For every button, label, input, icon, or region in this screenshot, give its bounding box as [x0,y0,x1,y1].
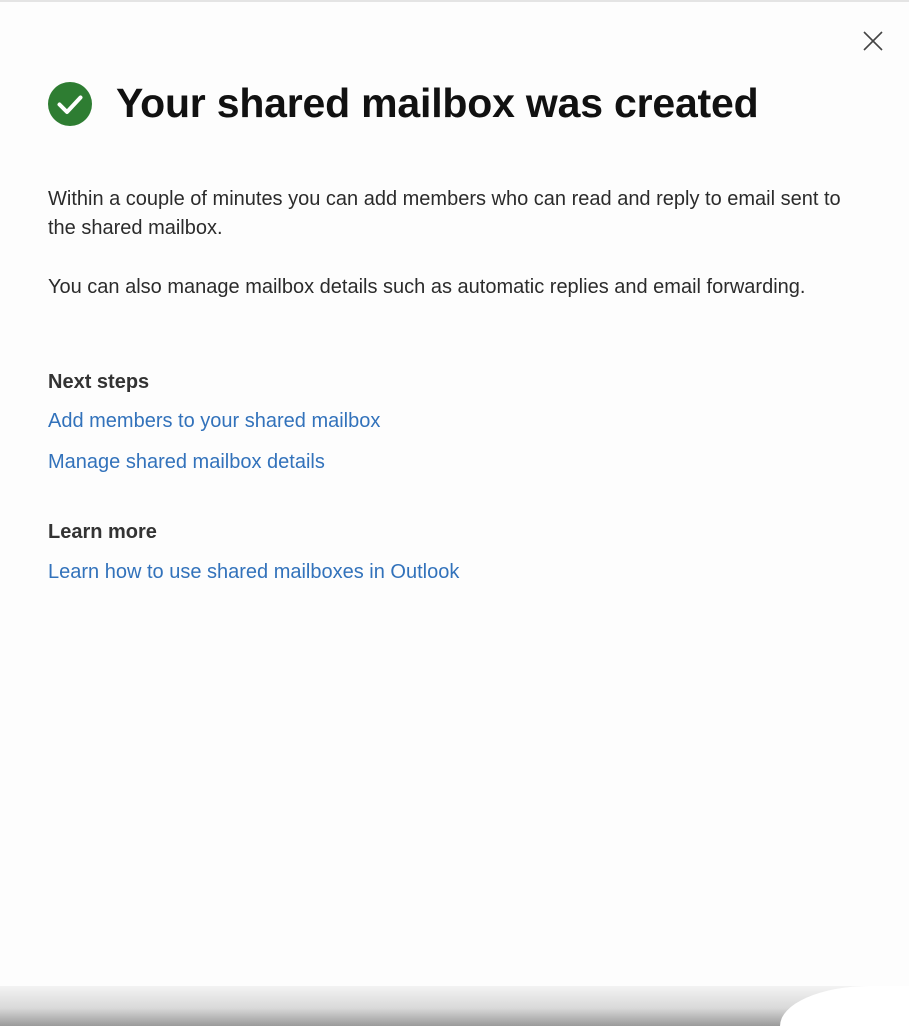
check-circle-icon [48,81,92,126]
manage-details-link[interactable]: Manage shared mailbox details [48,451,325,474]
close-icon [863,31,883,51]
learn-shared-mailboxes-link[interactable]: Learn how to use shared mailboxes in Out… [48,561,459,584]
bottom-edge-shadow [0,986,909,1026]
dialog-title: Your shared mailbox was created [116,80,759,126]
dialog-header: Your shared mailbox was created [48,80,759,127]
add-members-link[interactable]: Add members to your shared mailbox [48,410,380,433]
close-button[interactable] [858,26,888,56]
members-info-text: Within a couple of minutes you can add m… [48,188,841,239]
next-steps-heading: Next steps [48,371,150,393]
shared-mailbox-created-panel: Your shared mailbox was created Within a… [0,0,909,1026]
learn-more-heading: Learn more [48,521,157,543]
manage-info-text: You can also manage mailbox details such… [48,276,806,298]
